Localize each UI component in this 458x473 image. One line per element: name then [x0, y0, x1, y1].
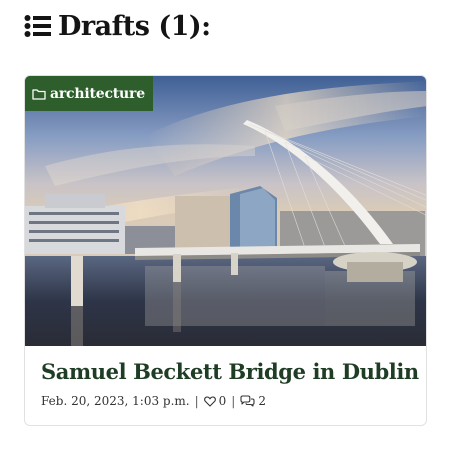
- likes-count: 0: [218, 394, 227, 408]
- page-title: Drafts (1):: [58, 10, 211, 42]
- list-icon: [24, 15, 51, 37]
- comments-count: 2: [258, 394, 266, 408]
- folder-icon: [32, 88, 46, 100]
- draft-meta: Feb. 20, 2023, 1:03 p.m. | 0 | 2: [41, 394, 266, 408]
- heart-icon[interactable]: [203, 395, 216, 407]
- comments-icon[interactable]: [240, 395, 255, 407]
- meta-separator: |: [231, 394, 236, 408]
- meta-separator: |: [194, 394, 199, 408]
- draft-date: Feb. 20, 2023, 1:03 p.m.: [41, 394, 190, 408]
- draft-title-link[interactable]: Samuel Beckett Bridge in Dublin: [41, 359, 419, 384]
- bridge-photo[interactable]: [25, 76, 427, 346]
- category-badge[interactable]: architecture: [25, 76, 153, 111]
- draft-card[interactable]: architecture Samuel Beckett Bridge in Du…: [24, 75, 427, 426]
- category-label: architecture: [50, 85, 145, 102]
- drafts-heading: Drafts (1):: [24, 8, 211, 44]
